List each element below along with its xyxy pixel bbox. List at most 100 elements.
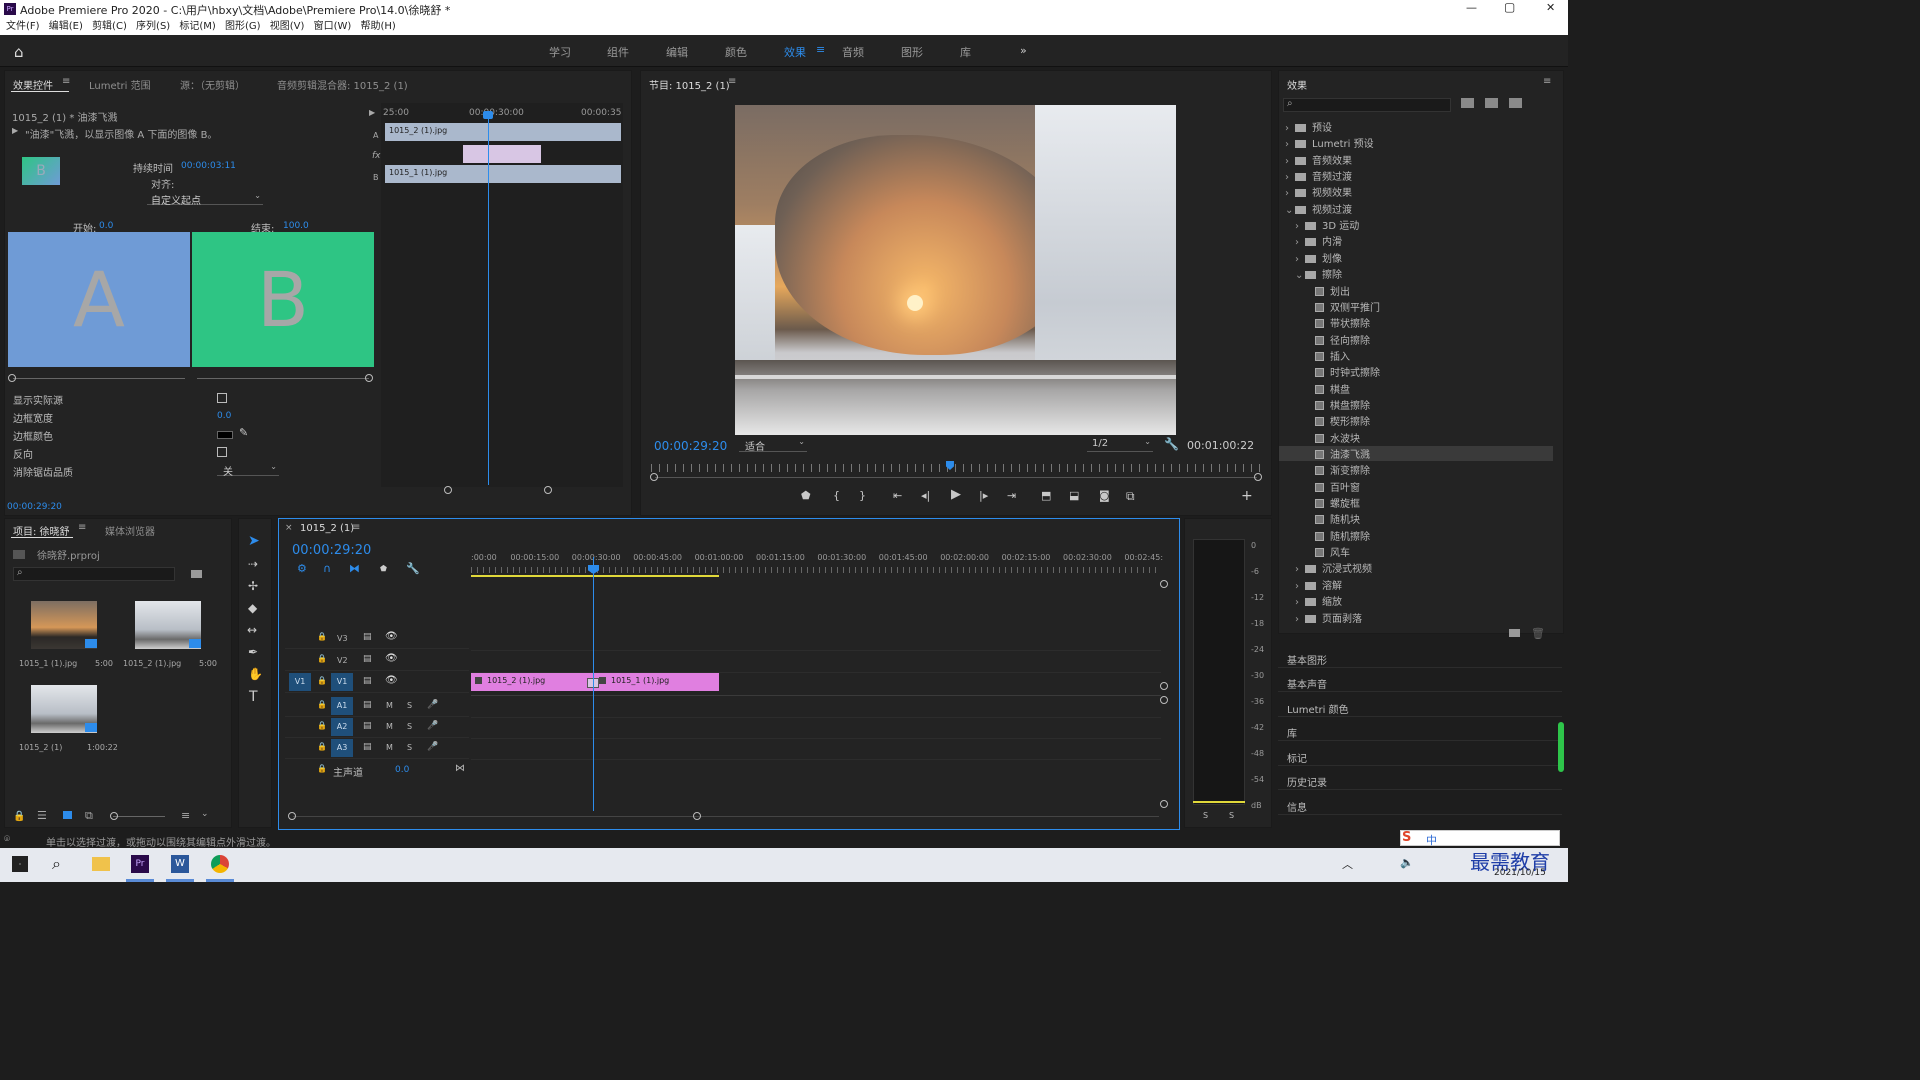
step-forward-icon[interactable]: |▸: [979, 489, 988, 502]
close-tab-icon[interactable]: ×: [285, 523, 293, 533]
hand-tool-icon[interactable]: ✋: [248, 667, 263, 681]
ec-transition-bar[interactable]: [463, 145, 541, 163]
effect-item[interactable]: 百叶窗: [1279, 479, 1553, 494]
border-width-value[interactable]: 0.0: [217, 411, 231, 421]
effects-folder[interactable]: › Lumetri 预设: [1279, 135, 1553, 150]
solo-button[interactable]: S: [407, 743, 412, 752]
effects-folder[interactable]: › 缩放: [1279, 593, 1553, 608]
menu-file[interactable]: 文件(F): [6, 18, 40, 35]
add-marker-icon[interactable]: ⬟: [380, 564, 387, 573]
minimize-button[interactable]: —: [1466, 1, 1477, 14]
ime-toolbar[interactable]: [1400, 830, 1560, 846]
project-item-3[interactable]: 1015_2 (1) 1:00:22: [13, 681, 118, 757]
lock-icon[interactable]: 🔒: [317, 676, 327, 685]
sync-lock-icon[interactable]: ▤: [363, 700, 372, 710]
comparison-view-icon[interactable]: ⧉: [1126, 489, 1135, 504]
program-scrub-bar[interactable]: [655, 477, 1257, 478]
master-value[interactable]: 0.0: [395, 765, 409, 775]
chevron-right-icon[interactable]: ›: [1295, 614, 1305, 625]
selection-tool-icon[interactable]: ➤: [248, 533, 260, 549]
snap-icon[interactable]: ∩: [323, 562, 331, 575]
menu-edit[interactable]: 编辑(E): [49, 18, 83, 35]
effects-folder[interactable]: › 视频效果: [1279, 184, 1553, 199]
program-ruler[interactable]: [651, 464, 1261, 472]
border-color-swatch[interactable]: [217, 431, 233, 439]
workspace-audio[interactable]: 音频: [842, 44, 864, 60]
tray-expand-icon[interactable]: ︿: [1342, 856, 1353, 872]
close-button[interactable]: ✕: [1546, 1, 1555, 14]
solo-button[interactable]: S: [407, 722, 412, 731]
antialias-dropdown[interactable]: 关 ⌄: [217, 462, 279, 478]
panel-menu-icon[interactable]: ≡: [1543, 76, 1551, 87]
vertical-scrollbar[interactable]: [1558, 722, 1564, 772]
mute-button[interactable]: M: [386, 701, 393, 710]
sync-lock-icon[interactable]: ▤: [363, 721, 372, 731]
menu-window[interactable]: 窗口(W): [314, 18, 352, 35]
sort-icon[interactable]: ≡: [181, 809, 190, 822]
timeline-ruler[interactable]: :00:00 00:00:15:00 00:00:30:00 00:00:45:00 0…: [471, 551, 1163, 577]
tab-effect-controls[interactable]: 效果控件: [13, 77, 53, 92]
file-explorer-icon[interactable]: [92, 857, 110, 871]
chevron-right-icon[interactable]: ›: [1295, 597, 1305, 608]
tab-sequence[interactable]: 1015_2 (1): [300, 523, 354, 534]
meter-solo-left[interactable]: S: [1203, 811, 1208, 820]
eye-icon[interactable]: 👁: [385, 675, 398, 686]
button-editor-icon[interactable]: +: [1241, 488, 1253, 504]
track-label-v2[interactable]: V2: [337, 656, 348, 665]
chevron-right-icon[interactable]: ›: [1285, 172, 1295, 183]
effects-folder[interactable]: › 溶解: [1279, 577, 1553, 592]
accelerated-effects-icon[interactable]: [1461, 98, 1474, 108]
mark-out-icon[interactable]: }: [859, 489, 866, 502]
effects-search-input[interactable]: ⌕: [1283, 98, 1451, 112]
zoom-slider-handle[interactable]: [110, 812, 118, 820]
effect-item[interactable]: 楔形擦除: [1279, 413, 1553, 428]
workspace-menu-icon[interactable]: ≡: [816, 43, 825, 56]
chevron-down-icon[interactable]: ⌄: [1295, 270, 1305, 281]
workspace-editing[interactable]: 编辑: [666, 44, 688, 60]
end-value[interactable]: 100.0: [283, 221, 309, 231]
effect-item[interactable]: 油漆飞溅: [1279, 446, 1553, 461]
program-scroll-left[interactable]: [650, 473, 658, 481]
meter-solo-right[interactable]: S: [1229, 811, 1234, 820]
linked-selection-icon[interactable]: ⧓: [349, 562, 360, 575]
slip-tool-icon[interactable]: ↔: [247, 623, 257, 637]
lock-icon[interactable]: 🔒: [317, 742, 327, 751]
yuv-effects-icon[interactable]: [1509, 98, 1522, 108]
razor-tool-icon[interactable]: ◆: [248, 601, 257, 615]
project-item-2[interactable]: 1015_2 (1).jpg 5:00: [117, 597, 221, 673]
start-slider[interactable]: [13, 378, 185, 379]
eyedropper-icon[interactable]: ✎: [239, 426, 248, 439]
chevron-right-icon[interactable]: ›: [1295, 564, 1305, 575]
mute-button[interactable]: M: [386, 722, 393, 731]
effect-item[interactable]: 风车: [1279, 544, 1553, 559]
mic-icon[interactable]: 🎤: [427, 700, 438, 710]
effect-item[interactable]: 渐变擦除: [1279, 462, 1553, 477]
lift-icon[interactable]: ⬒: [1041, 489, 1051, 502]
work-area-bar[interactable]: [471, 575, 719, 577]
timeline-clip-1015-2[interactable]: 1015_2 (1).jpg: [471, 673, 595, 691]
pen-tool-icon[interactable]: ✒: [248, 645, 258, 659]
lock-icon[interactable]: 🔒: [317, 721, 327, 730]
freeform-view-icon[interactable]: ⧉: [85, 809, 93, 823]
play-icon[interactable]: ▶: [951, 487, 961, 502]
type-tool-icon[interactable]: T: [249, 689, 258, 705]
ripple-edit-tool-icon[interactable]: ✢: [248, 579, 258, 593]
32bit-effects-icon[interactable]: [1485, 98, 1498, 108]
effect-item[interactable]: 带状擦除: [1279, 315, 1553, 330]
program-scroll-right[interactable]: [1254, 473, 1262, 481]
track-label-v1[interactable]: V1: [331, 673, 353, 691]
source-patch-v1[interactable]: V1: [289, 673, 311, 691]
lock-icon[interactable]: 🔒: [317, 654, 327, 663]
program-timecode[interactable]: 00:00:29:20: [654, 439, 727, 453]
effects-folder[interactable]: › 预设: [1279, 119, 1553, 134]
chevron-right-icon[interactable]: ›: [1295, 581, 1305, 592]
effects-folder[interactable]: › 3D 运动: [1279, 217, 1553, 232]
go-to-in-icon[interactable]: ⇤: [893, 489, 902, 502]
effect-item[interactable]: 随机擦除: [1279, 528, 1553, 543]
chevron-down-icon[interactable]: ⌄: [201, 809, 209, 819]
solo-button[interactable]: S: [407, 701, 412, 710]
section-lumetri-color[interactable]: Lumetri 颜色: [1278, 695, 1562, 717]
timeline-clip-1015-1[interactable]: 1015_1 (1).jpg: [595, 673, 719, 691]
zoom-slider[interactable]: [113, 816, 165, 817]
premiere-taskbar-icon[interactable]: Pr: [131, 855, 149, 873]
